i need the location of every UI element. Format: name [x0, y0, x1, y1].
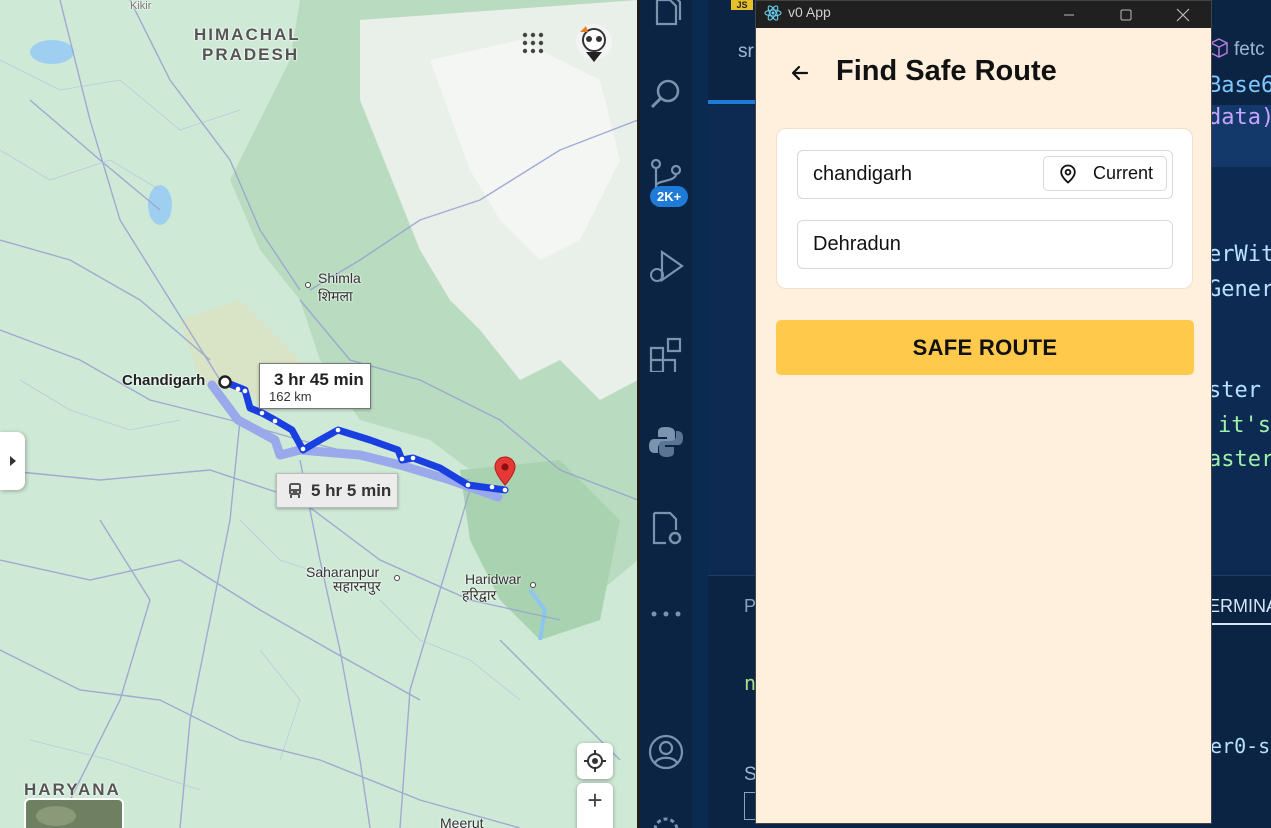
region-label-himachal: HIMACHAL [194, 25, 301, 44]
search-icon[interactable] [648, 76, 684, 112]
avatar[interactable] [574, 22, 614, 64]
js-badge: JS [731, 0, 753, 10]
python-icon[interactable] [648, 424, 684, 460]
city-label-shimla-hi: शिमला [318, 288, 353, 304]
region-label-pradesh: PRADESH [202, 45, 300, 64]
origin-input[interactable] [813, 151, 1033, 198]
crosshair-icon [584, 750, 606, 772]
city-label-saharanpur-hi: सहारनपुर [333, 578, 381, 594]
route-form-card: Current [776, 128, 1193, 289]
my-location-button[interactable] [577, 743, 613, 779]
close-button[interactable] [1160, 1, 1206, 28]
destination-pin-icon[interactable] [494, 456, 516, 486]
back-button[interactable] [788, 61, 812, 85]
route-callout-primary[interactable]: 3 hr 45 min 162 km [259, 363, 371, 409]
current-location-button[interactable]: Current [1043, 156, 1167, 191]
map-label-cut: Kikir [130, 0, 152, 12]
destination-input[interactable] [813, 221, 1033, 268]
region-label-haryana: HARYANA [24, 780, 121, 799]
code-line: Base6 [1208, 73, 1271, 98]
extensions-icon[interactable] [648, 336, 684, 372]
map-terrain[interactable] [0, 0, 638, 828]
bus-icon [289, 483, 301, 498]
account-icon[interactable] [648, 734, 684, 770]
terminal-text: er0-s [1210, 734, 1271, 758]
source-control-badge: 2K+ [650, 186, 689, 207]
minimize-button[interactable] [1046, 1, 1092, 28]
window-titlebar[interactable]: v0 App [756, 1, 1211, 28]
code-line: ster [1208, 378, 1261, 403]
city-label-shimla[interactable]: Shimla [318, 270, 361, 286]
more-icon[interactable] [648, 596, 684, 632]
zoom-in-button[interactable]: + [577, 783, 613, 828]
maximize-icon [1120, 9, 1132, 20]
code-line: aster [1208, 447, 1271, 472]
map-pane[interactable]: Kikir HIMACHAL PRADESH HARYANA Shimla शि… [0, 0, 638, 828]
panel-tab-terminal[interactable]: ERMINA [1208, 596, 1271, 617]
close-icon [1176, 8, 1190, 21]
code-line: it's [1218, 413, 1271, 438]
transit-time: 5 hr 5 min [311, 481, 392, 500]
code-line: Gener [1208, 277, 1271, 302]
route-distance: 162 km [269, 389, 312, 404]
cube-icon [1210, 38, 1228, 58]
code-line: data) [1208, 105, 1271, 130]
minimize-icon [1064, 14, 1074, 15]
route-time: 3 hr 45 min [274, 370, 364, 389]
current-location-label: Current [1093, 163, 1154, 183]
window-title: v0 App [788, 4, 831, 20]
apps-grid-icon[interactable] [522, 32, 544, 54]
settings-gear-icon[interactable] [648, 812, 684, 828]
origin-field[interactable]: Current [797, 150, 1173, 199]
app-window: v0 App Find Safe Route Current [755, 0, 1212, 824]
side-panel-toggle[interactable] [0, 432, 25, 490]
page-title: Find Safe Route [836, 55, 1057, 87]
destination-field[interactable] [797, 220, 1173, 269]
city-label-haridwar[interactable]: Haridwar [465, 571, 521, 587]
route-callout-transit[interactable]: 5 hr 5 min [276, 473, 398, 508]
activity-bar: 2K+ [640, 0, 692, 828]
satellite-thumbnail [36, 806, 76, 826]
zoom-in-label: + [587, 785, 603, 815]
layers-button[interactable] [24, 798, 124, 828]
cpp-config-icon[interactable] [648, 510, 684, 546]
city-label-chandigarh[interactable]: Chandigarh [122, 372, 205, 389]
city-label-meerut[interactable]: Meerut [440, 815, 484, 828]
explorer-icon[interactable] [648, 0, 684, 30]
city-label-haridwar-hi: हरिद्वार [462, 587, 497, 603]
location-pin-icon [1060, 164, 1076, 184]
run-debug-icon[interactable] [648, 248, 684, 284]
tab-label-right[interactable]: fetc [1234, 39, 1265, 61]
maximize-button[interactable] [1103, 1, 1149, 28]
chevron-right-icon [9, 456, 16, 466]
code-line: erWit [1208, 242, 1271, 267]
arrow-left-icon [791, 65, 809, 81]
tab-label[interactable]: sr [738, 41, 754, 63]
safe-route-button[interactable]: SAFE ROUTE [776, 320, 1194, 375]
terminal-tab-indicator [1208, 623, 1271, 625]
react-logo-icon [764, 5, 782, 21]
